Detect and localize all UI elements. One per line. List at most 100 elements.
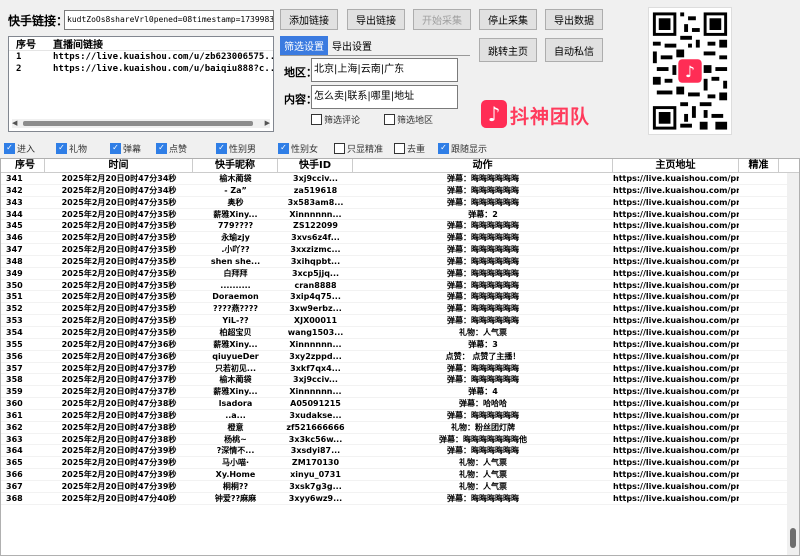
cell-time: 2025年2月20日0时47分34秒 [61,185,177,195]
table-row[interactable]: 368 2025年2月20日0时47分40秒 钟爱??麻麻 3xyy6wz9... 弹幕… [1,493,799,505]
col-header-homepage[interactable]: 主页地址 [613,159,739,172]
start-collect-button[interactable]: 开始采集 [413,9,471,30]
checkbox-box[interactable] [334,142,345,154]
table-row[interactable]: 346 2025年2月20日0时47分35秒 永瑜zjy 3xvs6z4f... 弹幕：… [1,232,799,245]
filter-region-checkbox[interactable]: 筛选地区 [384,113,433,126]
check-enter[interactable]: ✓ 进入 [4,142,35,155]
table-row[interactable]: 362 2025年2月20日0时47分38秒 橙意 zf521666666 礼物：粉丝团… [1,422,799,434]
table-row[interactable]: 342 2025年2月20日0时47分34秒 - Za” za519618 弹幕：晦晦晦… [1,185,799,197]
scroll-left-icon[interactable]: ◀ [12,120,17,127]
link-list[interactable]: 序号 直播间链接 1 https://live.kuaishou.com/u/z… [8,36,274,132]
cell-time: 2025年2月20日0时47分38秒 [61,422,177,432]
cell-time: 2025年2月20日0时47分39秒 [61,470,177,480]
list-item[interactable]: 1 https://live.kuaishou.com/u/zb62300657… [9,51,273,63]
link-input[interactable]: kudtZoOs8shareVrl0pened=08timestamp=1739… [64,10,274,30]
cell-homepage: https://live.kuaishou.com/pr... [613,256,739,266]
col-header-nickname[interactable]: 快手昵称 [193,159,278,172]
export-data-button[interactable]: 导出数据 [545,9,603,30]
table-row[interactable]: 356 2025年2月20日0时47分36秒 qiuyueDer 3xy2zppd..… [1,351,799,363]
data-grid[interactable]: 序号 时间 快手昵称 快手ID 动作 主页地址 精准 341 2025年2月20日… [0,158,800,556]
table-row[interactable]: 343 2025年2月20日0时47分35秒 奥秒 3x583am8... 弹幕：晦晦晦… [1,197,799,209]
check-icon[interactable]: ✓ [110,142,121,154]
cell-action: 礼物：粉丝团灯牌 [451,422,515,432]
export-link-button[interactable]: 导出链接 [347,9,405,30]
table-row[interactable]: 364 2025年2月20日0时47分39秒 ?深情不... 3xsdyi87... 弹… [1,445,799,458]
cell-time: 2025年2月20日0时47分38秒 [61,410,177,420]
check-gift[interactable]: ✓ 礼物 [56,142,87,155]
checkbox-box[interactable] [311,114,322,125]
add-link-button[interactable]: 添加链接 [280,9,338,30]
table-row[interactable]: 360 2025年2月20日0时47分38秒 lsadora A05091215 弹幕：… [1,398,799,410]
col-header-id[interactable]: 快手ID [278,159,353,172]
check-danmu[interactable]: ✓ 弹幕 [110,142,141,155]
check-like[interactable]: ✓ 点赞 [156,142,187,155]
table-row[interactable]: 363 2025年2月20日0时47分38秒 杨桃~ 3x3kc56w... 弹幕：晦晦… [1,434,799,446]
vertical-scrollbar[interactable] [787,173,799,555]
check-follow-display[interactable]: ✓ 跟随显示 [438,142,487,155]
cell-homepage: https://live.kuaishou.com/pr... [613,458,739,468]
check-icon[interactable]: ✓ [278,142,289,154]
brand-text: 抖神团队 [510,106,591,128]
tab-export-settings[interactable]: 导出设置 [328,36,376,55]
table-row[interactable]: 344 2025年2月20日0时47分35秒 薪雅Xiny... Xinnnnnn..… [1,209,799,221]
table-row[interactable]: 349 2025年2月20日0时47分35秒 白拜拜 3xcp5jjq... 弹幕：晦晦… [1,268,799,280]
cell-id: A05091215 [290,399,341,409]
table-row[interactable]: 348 2025年2月20日0时47分35秒 shen she... 3xihqpbt… [1,256,799,268]
cell-action: 弹幕：晦晦晦晦晦晦 [447,410,519,420]
checkbox-box[interactable] [394,142,405,154]
region-input[interactable]: 北京|上海|云南|广东 [311,58,458,82]
check-dedupe[interactable]: 去重 [394,142,425,155]
col-header-time[interactable]: 时间 [45,159,193,172]
scroll-right-icon[interactable]: ▶ [265,120,270,127]
scrollbar-thumb[interactable] [790,528,796,548]
cell-homepage: https://live.kuaishou.com/pr... [613,209,739,219]
table-row[interactable]: 347 2025年2月20日0时47分35秒 .小吖?? 3xxzizmc... 弹幕：… [1,244,799,256]
table-row[interactable]: 350 2025年2月20日0时47分35秒.......... cran8888 弹… [1,280,799,292]
table-row[interactable]: 365 2025年2月20日0时47分39秒 马小喵· ZM170130 礼物：人气票 h… [1,457,799,470]
table-row[interactable]: 345 2025年2月20日0时47分35秒 779???? ZS122099 弹幕：晦… [1,220,799,233]
checkbox-label: 筛选评论 [324,116,361,126]
table-row[interactable]: 358 2025年2月20日0时47分37秒 榆木蔺袋 3xj9cciv... 弹幕：晦… [1,374,799,387]
list-item[interactable]: 2 https://live.kuaishou.com/u/baiqiu888?… [9,63,273,75]
jump-home-button[interactable]: 跳转主页 [479,38,537,62]
tab-filter-settings[interactable]: 筛选设置 [280,36,328,55]
check-male[interactable]: ✓ 性别男 [216,142,256,155]
table-row[interactable]: 355 2025年2月20日0时47分36秒 薪雅Xiny... Xinnnnnn..… [1,339,799,351]
check-icon[interactable]: ✓ [216,142,227,154]
table-row[interactable]: 367 2025年2月20日0时47分39秒 桐桐?? 3xsk7g3g... 礼物：人… [1,481,799,493]
cell-precise [739,315,779,326]
table-row[interactable]: 361 2025年2月20日0时47分38秒 ..a... 3xudakse... 弹幕… [1,410,799,422]
stop-collect-button[interactable]: 停止采集 [479,9,537,30]
cell-action: 弹幕：晦晦晦晦晦晦 [447,304,519,314]
cell-nickname: shen she... [210,256,261,266]
check-female[interactable]: ✓ 性别女 [278,142,318,155]
table-row[interactable]: 351 2025年2月20日0时47分35秒 Doraemon 3xip4q75...… [1,291,799,304]
col-header-action[interactable]: 动作 [353,159,613,172]
cell-seq: 341 [6,174,23,183]
cell-nickname: 薪雅Xiny... [213,339,258,349]
table-row[interactable]: 352 2025年2月20日0时47分35秒 ????燕???? 3xw9erbz..… [1,303,799,316]
table-row[interactable]: 354 2025年2月20日0时47分35秒 柏超宝贝 wang1503... 礼物：人… [1,327,799,339]
check-icon[interactable]: ✓ [438,142,449,154]
table-row[interactable]: 341 2025年2月20日0时47分34秒 榆木蔺袋 3xj9cciv... 弹幕：晦… [1,173,799,185]
col-header-precise[interactable]: 精准 [739,159,779,172]
table-row[interactable]: 357 2025年2月20日0时47分37秒 只若初见... 3xkf7qx4... 弹… [1,363,799,375]
filter-comment-checkbox[interactable]: 筛选评论 [311,113,360,126]
cell-nickname: 奥秒 [227,197,244,207]
content-input[interactable]: 怎么卖|联系|哪里|地址 [311,85,458,109]
table-row[interactable]: 366 2025年2月20日0时47分39秒 Xy.Home xinyu_0731 礼物… [1,469,799,481]
checkbox-box[interactable] [384,114,395,125]
cell-time: 2025年2月20日0时47分40秒 [61,493,177,503]
scrollbar-thumb[interactable] [23,121,253,126]
col-header-seq[interactable]: 序号 [1,159,45,172]
auto-message-button[interactable]: 自动私信 [545,38,603,62]
cell-time: 2025年2月20日0时47分39秒 [61,458,177,468]
check-icon[interactable]: ✓ [4,142,15,154]
cell-seq: 342 [6,185,23,195]
table-row[interactable]: 359 2025年2月20日0时47分37秒 薪雅Xiny... Xinnnnnn..… [1,386,799,399]
table-row[interactable]: 353 2025年2月20日0时47分35秒 YiL-?? XJX00011 弹幕：晦晦… [1,315,799,327]
check-precise-only[interactable]: 只显精准 [334,142,383,155]
horizontal-scrollbar[interactable]: ◀ ▶ [12,119,270,128]
check-icon[interactable]: ✓ [56,142,67,154]
check-icon[interactable]: ✓ [156,142,167,154]
